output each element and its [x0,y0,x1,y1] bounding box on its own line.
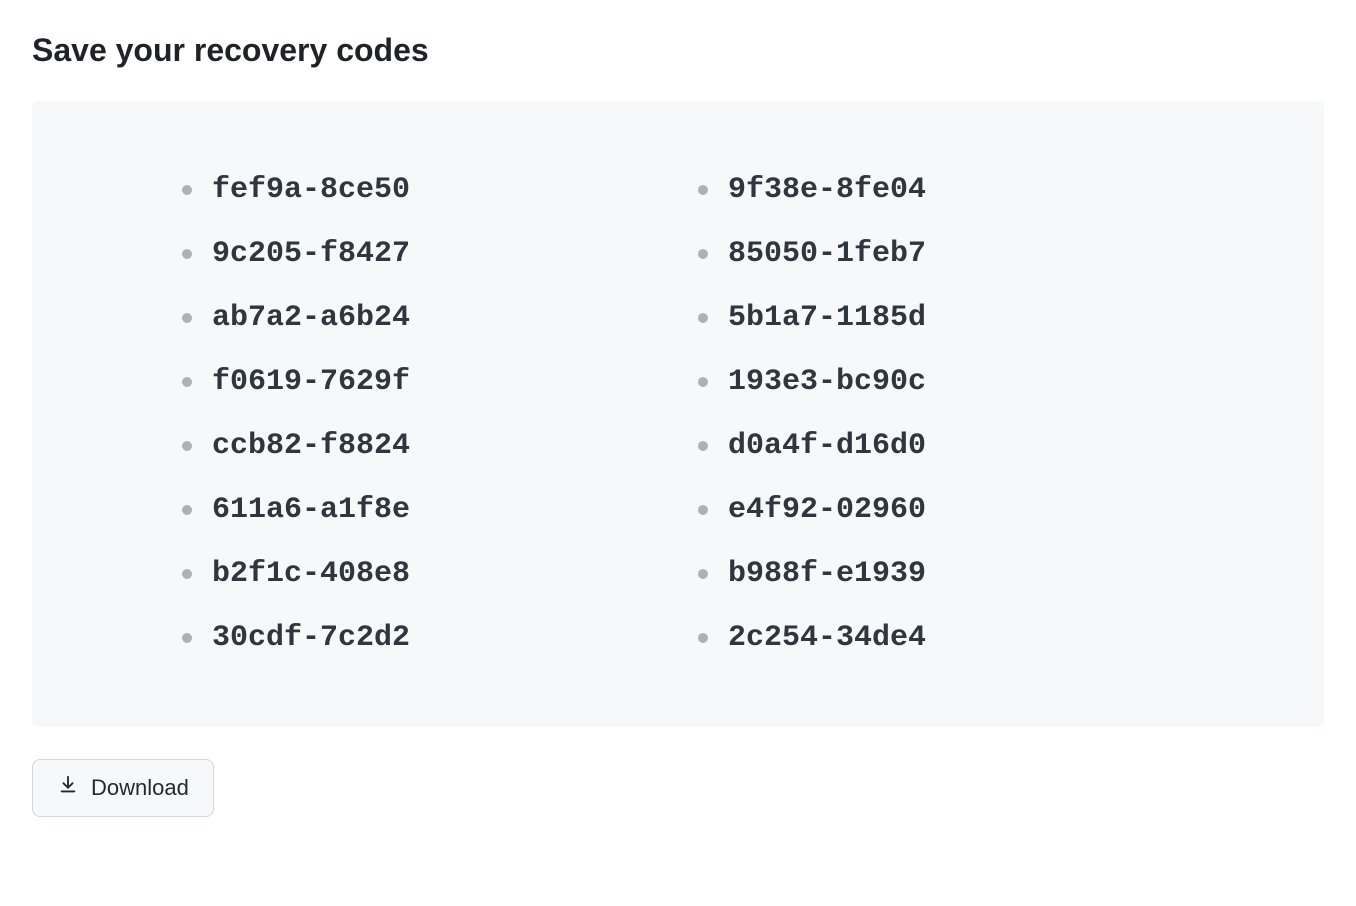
bullet-icon [182,441,192,451]
bullet-icon [182,633,192,643]
recovery-code-value: 193e3-bc90c [728,365,926,399]
recovery-code-item: 9f38e-8fe04 [698,173,1174,207]
recovery-code-item: b2f1c-408e8 [182,557,658,591]
recovery-code-value: ab7a2-a6b24 [212,301,410,335]
recovery-code-item: f0619-7629f [182,365,658,399]
recovery-code-item: ab7a2-a6b24 [182,301,658,335]
recovery-code-value: e4f92-02960 [728,493,926,527]
recovery-code-value: ccb82-f8824 [212,429,410,463]
recovery-code-item: d0a4f-d16d0 [698,429,1174,463]
bullet-icon [182,185,192,195]
bullet-icon [698,569,708,579]
bullet-icon [698,505,708,515]
recovery-code-item: 611a6-a1f8e [182,493,658,527]
recovery-codes-panel: fef9a-8ce50 9c205-f8427 ab7a2-a6b24 f061… [32,101,1324,727]
bullet-icon [182,249,192,259]
bullet-icon [182,505,192,515]
bullet-icon [698,633,708,643]
recovery-codes-grid: fef9a-8ce50 9c205-f8427 ab7a2-a6b24 f061… [182,173,1174,655]
recovery-code-value: 30cdf-7c2d2 [212,621,410,655]
recovery-code-item: ccb82-f8824 [182,429,658,463]
bullet-icon [182,569,192,579]
recovery-code-item: 30cdf-7c2d2 [182,621,658,655]
recovery-code-value: b988f-e1939 [728,557,926,591]
download-icon [57,774,79,802]
recovery-code-value: 2c254-34de4 [728,621,926,655]
bullet-icon [698,185,708,195]
bullet-icon [182,377,192,387]
bullet-icon [698,249,708,259]
bullet-icon [698,377,708,387]
recovery-code-item: e4f92-02960 [698,493,1174,527]
recovery-code-item: 9c205-f8427 [182,237,658,271]
recovery-code-value: fef9a-8ce50 [212,173,410,207]
download-button[interactable]: Download [32,759,214,817]
recovery-code-item: b988f-e1939 [698,557,1174,591]
recovery-code-value: 9c205-f8427 [212,237,410,271]
recovery-code-item: 193e3-bc90c [698,365,1174,399]
recovery-codes-column-right: 9f38e-8fe04 85050-1feb7 5b1a7-1185d 193e… [698,173,1174,655]
bullet-icon [698,313,708,323]
recovery-codes-column-left: fef9a-8ce50 9c205-f8427 ab7a2-a6b24 f061… [182,173,658,655]
recovery-code-value: 611a6-a1f8e [212,493,410,527]
recovery-code-value: d0a4f-d16d0 [728,429,926,463]
bullet-icon [182,313,192,323]
page-title: Save your recovery codes [32,32,1324,69]
recovery-code-item: fef9a-8ce50 [182,173,658,207]
recovery-code-value: b2f1c-408e8 [212,557,410,591]
recovery-code-value: 5b1a7-1185d [728,301,926,335]
recovery-code-item: 2c254-34de4 [698,621,1174,655]
recovery-code-value: 85050-1feb7 [728,237,926,271]
recovery-code-value: 9f38e-8fe04 [728,173,926,207]
bullet-icon [698,441,708,451]
recovery-code-item: 5b1a7-1185d [698,301,1174,335]
download-button-label: Download [91,775,189,801]
recovery-code-value: f0619-7629f [212,365,410,399]
recovery-code-item: 85050-1feb7 [698,237,1174,271]
